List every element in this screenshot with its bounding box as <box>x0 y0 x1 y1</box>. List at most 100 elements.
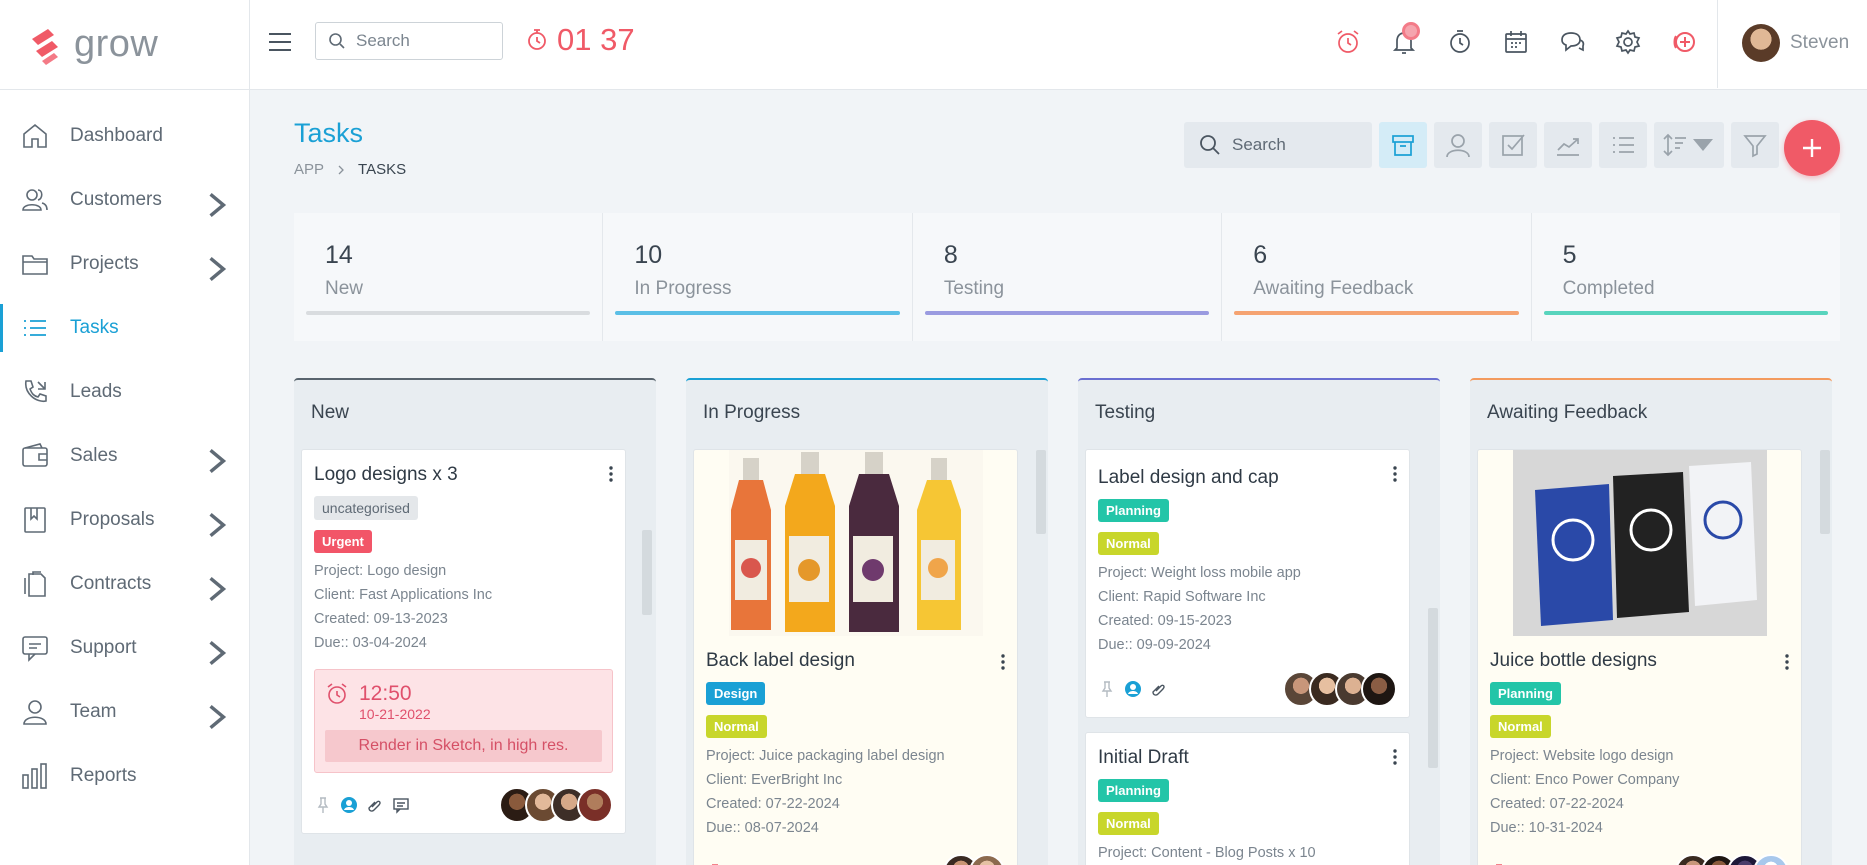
sidebar-item-sales[interactable]: Sales <box>0 424 249 488</box>
more-options-icon[interactable] <box>1001 654 1005 670</box>
avatar[interactable] <box>1361 671 1397 707</box>
column-title: Testing <box>1095 402 1156 423</box>
task-footer <box>1490 854 1789 865</box>
avatar[interactable] <box>1753 854 1789 865</box>
hamburger-menu-icon[interactable] <box>266 28 294 56</box>
avatar[interactable] <box>969 854 1005 865</box>
task-card[interactable]: Initial Draft Planning Normal Project: C… <box>1085 732 1410 865</box>
sidebar-item-leads[interactable]: Leads <box>0 360 249 424</box>
task-footer <box>314 787 613 823</box>
phone-icon <box>25 380 47 403</box>
sidebar-item-projects[interactable]: Projects <box>0 232 249 296</box>
brand-name: grow <box>74 23 159 65</box>
task-project: Project: Website logo design <box>1490 748 1674 764</box>
attachment-icon[interactable] <box>1150 680 1168 698</box>
task-search-input[interactable] <box>1232 135 1362 155</box>
list-view-button[interactable] <box>1599 122 1647 168</box>
more-options-icon[interactable] <box>1785 654 1789 670</box>
task-title[interactable]: Label design and cap <box>1098 467 1397 489</box>
pin-icon[interactable] <box>314 796 332 814</box>
sidebar-item-customers[interactable]: Customers <box>0 168 249 232</box>
column-new: New Logo designs x 3 uncategorised Urgen… <box>294 378 656 865</box>
task-cover-image[interactable] <box>1490 450 1789 636</box>
stat-testing[interactable]: 8 Testing <box>913 213 1223 341</box>
task-card[interactable]: Label design and cap Planning Normal Pro… <box>1085 449 1410 718</box>
more-options-icon[interactable] <box>1393 466 1397 482</box>
plus-icon <box>1803 139 1821 157</box>
juice-bottles-image <box>728 450 983 636</box>
brand-logo[interactable]: grow <box>0 0 249 90</box>
more-options-icon[interactable] <box>609 466 613 482</box>
task-title[interactable]: Initial Draft <box>1098 747 1397 769</box>
top-search-input[interactable] <box>356 31 486 51</box>
reminders-button[interactable] <box>1320 22 1376 62</box>
caret-down-icon <box>1693 139 1713 151</box>
stat-completed[interactable]: 5 Completed <box>1532 213 1840 341</box>
assigned-filter-button[interactable] <box>1434 122 1482 168</box>
home-icon <box>23 123 47 148</box>
comments-icon[interactable] <box>392 796 410 814</box>
column-scrollbar[interactable] <box>1036 450 1046 534</box>
task-created: Created: 07-22-2024 <box>1490 796 1624 812</box>
archive-button[interactable] <box>1379 122 1427 168</box>
priority-tag: Normal <box>1490 715 1551 738</box>
top-search-box[interactable] <box>315 22 503 60</box>
task-card[interactable]: Back label design Design Normal Project:… <box>693 449 1018 865</box>
timer-display[interactable]: 01 37 <box>525 22 635 58</box>
more-options-icon[interactable] <box>1393 749 1397 765</box>
avatar[interactable] <box>577 787 613 823</box>
column-scrollbar[interactable] <box>1820 450 1830 534</box>
priority-tag: Normal <box>706 715 767 738</box>
category-tag: uncategorised <box>314 496 418 520</box>
notifications-button[interactable] <box>1376 22 1432 62</box>
column-title: New <box>311 402 350 423</box>
trend-icon <box>1557 138 1579 156</box>
stat-new[interactable]: 14 New <box>294 213 604 341</box>
status-tag: Planning <box>1490 682 1561 705</box>
user-menu[interactable]: Steven <box>1742 24 1849 62</box>
category-tag: Design <box>706 682 766 705</box>
sidebar-item-tasks[interactable]: Tasks <box>0 296 249 360</box>
sidebar-item-dashboard[interactable]: Dashboard <box>0 104 249 168</box>
top-bar: 01 37 Steven <box>250 0 1867 90</box>
quick-add-button[interactable] <box>1656 22 1712 62</box>
sidebar-item-team[interactable]: Team <box>0 680 249 744</box>
stat-label: Awaiting Feedback <box>1253 278 1414 299</box>
task-card[interactable]: Juice bottle designs Planning Normal Pro… <box>1477 449 1802 865</box>
add-circle-icon <box>1673 32 1695 52</box>
assignee-icon[interactable] <box>340 796 358 814</box>
assignee-icon[interactable] <box>1124 680 1142 698</box>
chevron-right-icon <box>209 576 227 602</box>
task-client: Client: Fast Applications Inc <box>314 587 493 603</box>
stat-in-progress[interactable]: 10 In Progress <box>603 213 913 341</box>
column-scrollbar[interactable] <box>1428 608 1438 768</box>
task-title[interactable]: Juice bottle designs <box>1490 650 1789 672</box>
sidebar-item-support[interactable]: Support <box>0 616 249 680</box>
sidebar-item-reports[interactable]: Reports <box>0 744 249 808</box>
sidebar-item-proposals[interactable]: Proposals <box>0 488 249 552</box>
add-task-button[interactable] <box>1784 120 1840 176</box>
reminder-box[interactable]: 12:50 10-21-2022 Render in Sketch, in hi… <box>314 669 613 773</box>
messages-button[interactable] <box>1544 22 1600 62</box>
sidebar-item-label: Tasks <box>70 317 119 338</box>
task-cover-image[interactable] <box>706 450 1005 636</box>
timesheet-button[interactable] <box>1432 22 1488 62</box>
task-card[interactable]: Logo designs x 3 uncategorised Urgent Pr… <box>301 449 626 834</box>
stats-button[interactable] <box>1544 122 1592 168</box>
sidebar-item-contracts[interactable]: Contracts <box>0 552 249 616</box>
calendar-button[interactable] <box>1488 22 1544 62</box>
task-project: Project: Weight loss mobile app <box>1098 565 1301 581</box>
attachment-icon[interactable] <box>366 796 384 814</box>
pin-icon[interactable] <box>1098 680 1116 698</box>
completed-filter-button[interactable] <box>1489 122 1537 168</box>
task-search-box[interactable] <box>1184 122 1372 168</box>
filter-button[interactable] <box>1731 122 1779 168</box>
checkbox-icon <box>1502 134 1525 156</box>
task-title[interactable]: Back label design <box>706 650 1005 672</box>
column-scrollbar[interactable] <box>642 530 652 615</box>
sort-dropdown[interactable] <box>1654 122 1724 168</box>
task-title[interactable]: Logo designs x 3 <box>314 464 613 486</box>
stat-awaiting-feedback[interactable]: 6 Awaiting Feedback <box>1222 213 1532 341</box>
settings-button[interactable] <box>1600 22 1656 62</box>
breadcrumb-app[interactable]: APP <box>294 161 324 178</box>
